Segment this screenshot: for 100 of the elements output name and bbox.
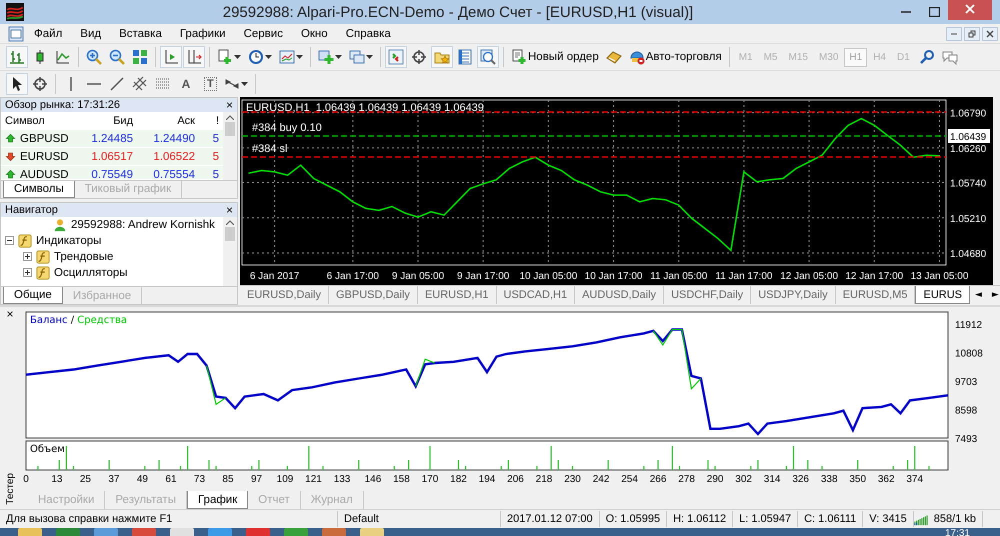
scroll-left-button[interactable]: ◄ (970, 286, 987, 304)
trade-axis-label: 338 (820, 474, 838, 485)
close-price: C: 1.06111 (798, 511, 864, 527)
chart-tab[interactable]: EURUSD,H1 (418, 286, 497, 304)
time-axis-label: 11 Jan 05:00 (650, 271, 708, 282)
menu-item[interactable]: Сервис (236, 28, 291, 40)
scrollbar[interactable] (223, 216, 237, 286)
menu-item[interactable]: Графики (172, 28, 234, 40)
tree-item[interactable]: 29592988: Andrew Kornishk (71, 218, 215, 230)
panel-title: Обзор рынка: 17:31:26 (5, 99, 120, 111)
scroll-up-icon (226, 115, 234, 120)
bar-chart-icon[interactable] (6, 46, 28, 68)
scrollbar-thumb[interactable] (225, 226, 235, 240)
trade-axis-label: 254 (621, 474, 638, 485)
time-axis-label: 9 Jan 17:00 (457, 271, 510, 282)
trade-axis-label: 374 (906, 474, 924, 485)
close-button[interactable] (982, 26, 998, 40)
minimize-button[interactable] (946, 26, 962, 40)
taskbar-clock: 17:31 (944, 528, 970, 536)
balance-axis-label: 9703 (955, 377, 978, 388)
close-button[interactable] (948, 0, 992, 20)
scrollbar-thumb[interactable] (225, 122, 235, 136)
legend-item: Баланс (30, 315, 68, 326)
trade-axis-label: 49 (136, 474, 148, 485)
price-axis-label: 1.06260 (950, 144, 986, 155)
chart-tab[interactable]: EURUS (915, 286, 970, 304)
time-axis-label: 12 Jan 17:00 (845, 271, 904, 282)
chart-tab[interactable]: AUDUSD,Daily (575, 286, 664, 304)
chart-tab[interactable]: USDCAD,H1 (496, 286, 576, 304)
order-label: #384 sl (252, 143, 288, 155)
panel-tab[interactable]: Общие (3, 287, 63, 304)
menu-item[interactable]: Справка (338, 28, 399, 40)
column-header: Бид (113, 115, 133, 127)
label-tool[interactable]: T (198, 73, 220, 95)
collapse-icon[interactable] (5, 236, 14, 245)
balance-axis-label: 10808 (955, 348, 983, 360)
close-button[interactable]: × (226, 98, 233, 112)
account-icon (53, 218, 67, 232)
trade-axis-label: 37 (108, 474, 120, 485)
high-price: H: 1.06112 (667, 511, 734, 527)
chart-tab[interactable]: USDJPY,Daily (751, 286, 836, 304)
trade-axis-label: 302 (735, 474, 752, 485)
tester-tab[interactable]: График (186, 491, 248, 509)
chart-shift-icon[interactable] (160, 46, 182, 68)
scrollbar[interactable] (223, 112, 237, 180)
tree-item[interactable]: Индикаторы (36, 234, 102, 246)
time-axis-label: 13 Jan 05:00 (910, 271, 968, 282)
menu-item[interactable]: Файл (26, 28, 70, 40)
volume-value: V: 3415 (863, 511, 914, 527)
column-header: ! (216, 115, 219, 127)
tree-item[interactable]: Осцилляторы (54, 266, 128, 278)
menu-item[interactable]: Окно (292, 28, 336, 40)
tester-icon[interactable] (477, 46, 499, 68)
auto-trading-button[interactable]: Авто-торговля (626, 46, 725, 68)
chart-tab[interactable]: GBPUSD,Daily (328, 286, 418, 304)
time-axis-label: 6 Jan 17:00 (326, 271, 379, 282)
time-axis-label: 10 Jan 05:00 (519, 271, 578, 282)
time-axis-label: 10 Jan 17:00 (584, 271, 642, 282)
chart-tab[interactable]: EURUSD,Daily (240, 286, 329, 304)
close-icon (965, 4, 975, 14)
new-order-button[interactable]: Новый ордер (508, 46, 602, 68)
expand-icon[interactable] (23, 268, 32, 277)
trade-axis-label: 362 (878, 474, 895, 485)
tree-item[interactable]: Трендовые (54, 250, 114, 262)
legend-separator: / (70, 315, 74, 326)
indicator-icon (36, 266, 50, 280)
cursor-icon[interactable] (6, 73, 28, 95)
menu-item[interactable]: Вид (72, 28, 110, 40)
panel-tab[interactable]: Символы (3, 180, 75, 198)
autoscroll-icon[interactable] (183, 46, 205, 68)
chart-tab[interactable]: USDCHF,Daily (664, 286, 752, 304)
trade-axis-label: 61 (165, 474, 177, 485)
close-icon (986, 30, 994, 38)
symbol-name: AUDUSD (20, 168, 69, 179)
close-button[interactable]: × (6, 307, 14, 321)
status-text: Для вызова справки нажмите F1 (0, 511, 338, 527)
bar-time: 2017.01.12 07:00 (501, 511, 600, 527)
text-tool[interactable]: A (175, 73, 197, 95)
close-button[interactable]: × (226, 202, 233, 216)
ask-price: 1.24490 (153, 132, 195, 144)
spread-value: 5 (212, 150, 219, 162)
trade-axis-label: 266 (650, 474, 666, 485)
trade-axis-label: 133 (334, 474, 350, 485)
scroll-right-button[interactable]: ► (986, 286, 1000, 304)
trade-axis-label: 290 (706, 474, 724, 485)
bid-price: 0.75549 (91, 168, 133, 179)
menu-item[interactable]: Вставка (111, 28, 170, 40)
trade-axis-label: 326 (792, 474, 810, 485)
trade-axis-label: 194 (478, 474, 496, 485)
panel-title: Навигатор (5, 204, 58, 216)
app-logo-icon (6, 3, 24, 21)
column-header: Аск (177, 115, 195, 127)
symbol-name: GBPUSD (20, 132, 69, 144)
price-axis-label: 1.04680 (950, 249, 986, 260)
chart-header: EURUSD,H1 1.06439 1.06439 1.06439 1.06439 (246, 102, 484, 114)
time-axis-label: 12 Jan 05:00 (780, 271, 838, 282)
expand-icon[interactable] (23, 252, 32, 261)
restore-button[interactable] (964, 26, 980, 40)
panel-title: Тестер (4, 473, 16, 505)
current-price-label: 1.06439 (948, 129, 990, 143)
